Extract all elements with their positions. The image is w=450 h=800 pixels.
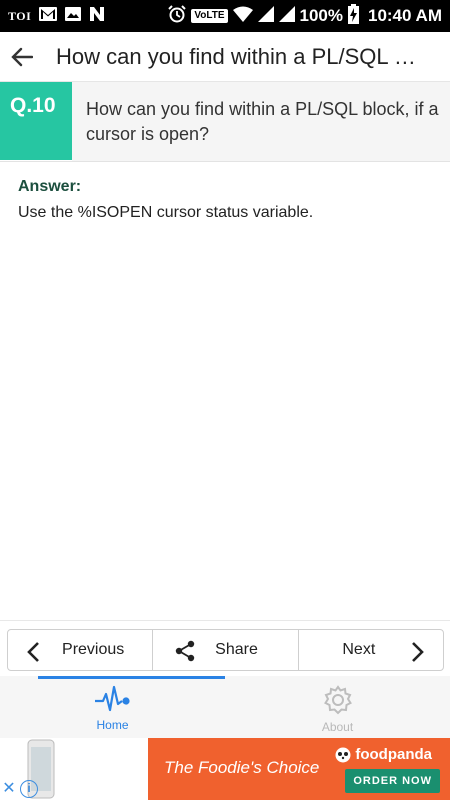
ad-tagline: The Foodie's Choice [164,758,320,777]
active-tab-indicator [38,676,225,679]
chevron-left-icon [27,642,39,662]
question-number-badge: Q.10 [0,82,72,160]
share-button[interactable]: Share [152,630,297,670]
pulse-icon [94,685,130,712]
answer-block: Answer: Use the %ISOPEN cursor status va… [18,178,438,224]
battery-charging-icon [347,3,359,29]
tab-about-label: About [321,720,354,734]
ad-brand-label: foodpanda [355,746,432,763]
wifi-icon [232,6,253,27]
next-button[interactable]: Next [297,630,443,670]
share-label: Share [215,641,258,658]
bottom-nav: Home About [0,676,450,738]
page-title: How can you find within a PL/SQL block, … [56,43,426,69]
question-text: How can you find within a PL/SQL block, … [72,82,450,161]
ad-phone-image: ✕ i [0,738,148,800]
ad-info-icon[interactable]: i [20,780,38,798]
signal-icon [257,5,274,27]
gmail-icon [39,6,58,26]
next-label: Next [342,641,376,658]
previous-button[interactable]: Previous [8,630,152,670]
previous-label: Previous [62,641,125,658]
chevron-right-icon [412,642,424,662]
ad-main[interactable]: The Foodie's Choice foodpanda ORDER NOW [148,738,450,800]
ad-order-now-button[interactable]: ORDER NOW [345,769,440,793]
image-icon [65,6,82,26]
answer-label: Answer: [18,178,82,195]
tab-about[interactable]: About [225,676,450,738]
back-button[interactable] [0,32,44,82]
arrow-left-icon [11,47,33,66]
tab-home-label: Home [96,718,129,732]
toi-icon: TOI [8,8,32,23]
n-icon [89,6,105,26]
app-bar: How can you find within a PL/SQL block, … [0,32,450,82]
volte-icon: VoLTE [191,9,228,23]
pager: Previous Share Next [7,629,444,671]
gear-icon [323,685,352,715]
tab-home[interactable]: Home [0,676,225,738]
share-icon [176,640,195,662]
question-card: Q.10 How can you find within a PL/SQL bl… [0,82,450,162]
status-bar: TOI VoLTE 100% 10:40 AM [0,0,450,32]
pager-area: Previous Share Next [0,620,450,676]
ad-close-icon[interactable]: ✕ [0,780,18,798]
battery-percent: 100% [299,6,343,25]
ad-banner[interactable]: ✕ i The Foodie's Choice foodpanda ORDER … [0,738,450,800]
alarm-icon [168,4,187,28]
panda-icon [335,747,351,762]
clock: 10:40 AM [367,6,442,25]
answer-text: Use the %ISOPEN cursor status variable. [18,204,314,221]
signal-icon [278,5,295,27]
ad-brand: foodpanda [335,746,432,763]
